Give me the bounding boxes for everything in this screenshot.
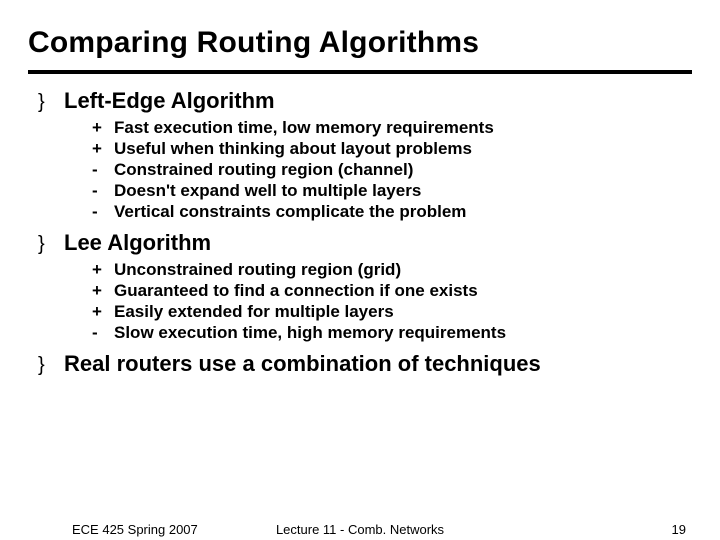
- section-items: +Fast execution time, low memory require…: [38, 118, 692, 222]
- list-item: -Slow execution time, high memory requir…: [92, 323, 692, 343]
- item-sign: +: [92, 139, 114, 159]
- slide: Comparing Routing Algorithms } Left-Edge…: [0, 0, 720, 540]
- item-text: Unconstrained routing region (grid): [114, 260, 401, 280]
- item-text: Useful when thinking about layout proble…: [114, 139, 472, 159]
- item-text: Constrained routing region (channel): [114, 160, 413, 180]
- item-sign: +: [92, 281, 114, 301]
- section-title: Left-Edge Algorithm: [64, 88, 275, 114]
- item-sign: +: [92, 118, 114, 138]
- item-sign: +: [92, 302, 114, 322]
- item-sign: -: [92, 323, 114, 343]
- bullet-icon: }: [38, 233, 64, 256]
- item-text: Doesn't expand well to multiple layers: [114, 181, 421, 201]
- item-sign: -: [92, 202, 114, 222]
- item-sign: -: [92, 160, 114, 180]
- section-title: Real routers use a combination of techni…: [64, 351, 541, 377]
- list-item: +Useful when thinking about layout probl…: [92, 139, 692, 159]
- bullet-icon: }: [38, 91, 64, 114]
- sections: } Left-Edge Algorithm +Fast execution ti…: [28, 88, 692, 377]
- list-item: -Doesn't expand well to multiple layers: [92, 181, 692, 201]
- item-sign: +: [92, 260, 114, 280]
- section-head: } Lee Algorithm: [38, 230, 692, 256]
- list-item: +Guaranteed to find a connection if one …: [92, 281, 692, 301]
- list-item: +Unconstrained routing region (grid): [92, 260, 692, 280]
- section-title: Lee Algorithm: [64, 230, 211, 256]
- item-text: Fast execution time, low memory requirem…: [114, 118, 494, 138]
- item-text: Slow execution time, high memory require…: [114, 323, 506, 343]
- section-items: +Unconstrained routing region (grid) +Gu…: [38, 260, 692, 343]
- title-rule: [28, 70, 692, 74]
- bullet-icon: }: [38, 354, 64, 377]
- footer-page-number: 19: [672, 522, 686, 537]
- item-text: Vertical constraints complicate the prob…: [114, 202, 466, 222]
- footer-center: Lecture 11 - Comb. Networks: [0, 522, 720, 537]
- section-head: } Real routers use a combination of tech…: [38, 351, 692, 377]
- item-text: Easily extended for multiple layers: [114, 302, 394, 322]
- list-item: -Vertical constraints complicate the pro…: [92, 202, 692, 222]
- section-head: } Left-Edge Algorithm: [38, 88, 692, 114]
- item-text: Guaranteed to find a connection if one e…: [114, 281, 478, 301]
- list-item: +Fast execution time, low memory require…: [92, 118, 692, 138]
- item-sign: -: [92, 181, 114, 201]
- slide-title: Comparing Routing Algorithms: [28, 26, 692, 60]
- list-item: +Easily extended for multiple layers: [92, 302, 692, 322]
- list-item: -Constrained routing region (channel): [92, 160, 692, 180]
